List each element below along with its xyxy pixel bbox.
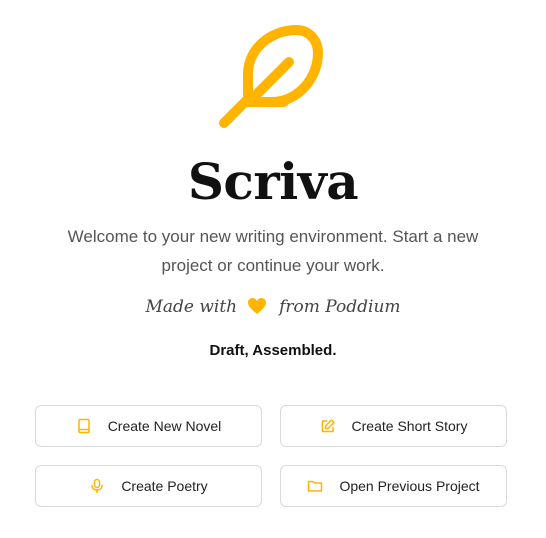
made-with-line: Made with from Poddium [0,294,546,320]
microphone-icon [89,478,105,494]
create-new-novel-button[interactable]: Create New Novel [35,405,262,447]
made-with-prefix: Made with [145,297,238,317]
open-previous-project-label: Open Previous Project [339,478,480,494]
app-title: Scriva [187,152,359,211]
tagline: Draft, Assembled. [209,342,337,359]
edit-icon [320,418,336,434]
create-poetry-button[interactable]: Create Poetry [35,465,262,507]
book-icon [76,418,92,434]
folder-icon [307,478,323,494]
feather-icon [214,18,330,134]
open-previous-project-button[interactable]: Open Previous Project [280,465,507,507]
create-short-story-button[interactable]: Create Short Story [280,405,507,447]
heart-icon [247,297,267,315]
create-new-novel-label: Create New Novel [107,418,222,434]
welcome-text: Welcome to your new writing environment.… [67,227,479,275]
create-short-story-label: Create Short Story [351,418,468,434]
create-poetry-label: Create Poetry [121,478,208,494]
made-with-suffix: from Poddium [279,297,401,317]
